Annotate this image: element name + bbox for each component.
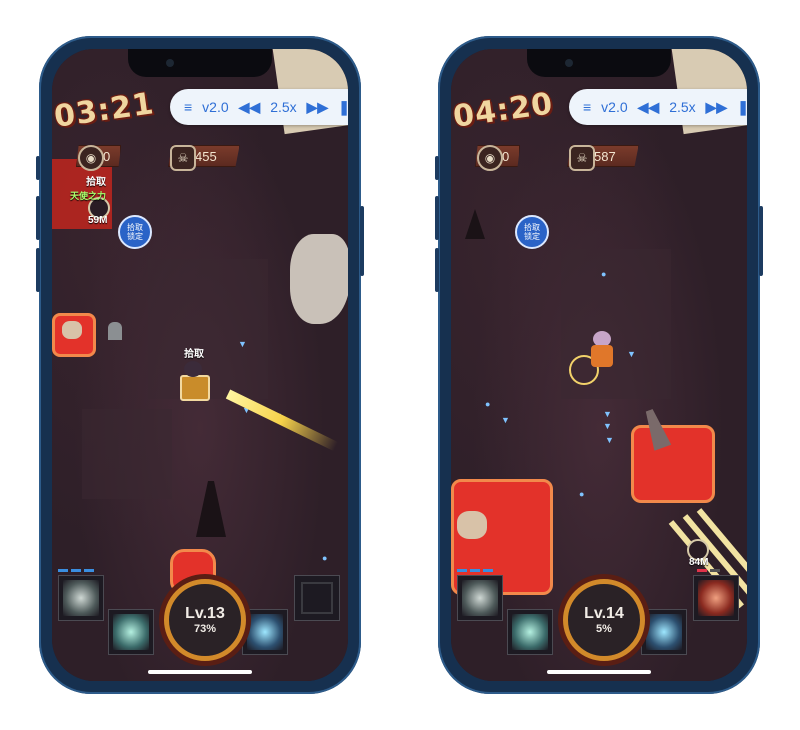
phone-frame-left: 03:21 ≡ v2.0 ◀◀ 2.5x ▶▶ ❚ 0 ◉ 455 ☠ 拾取 天…	[36, 36, 364, 694]
skill-slot-1[interactable]	[58, 575, 104, 621]
level-indicator: Lv.14 5%	[563, 579, 645, 661]
game-screen-left[interactable]: 03:21 ≡ v2.0 ◀◀ 2.5x ▶▶ ❚ 0 ◉ 455 ☠ 拾取 天…	[52, 49, 348, 681]
home-indicator[interactable]	[547, 670, 651, 674]
exp-percent: 5%	[596, 623, 612, 635]
coin-icon: ◉	[78, 145, 104, 171]
enemy-hint: 天使之力	[70, 191, 107, 201]
fast-forward-icon[interactable]: ▶▶	[307, 99, 329, 116]
skill-slot-3[interactable]	[242, 609, 288, 655]
player-hero	[587, 331, 617, 369]
skill-slot-2[interactable]	[108, 609, 154, 655]
skill-slot-1[interactable]	[457, 575, 503, 621]
speed-control-bar[interactable]: ≡ v2.0 ◀◀ 2.5x ▶▶ ❚	[170, 89, 348, 125]
distance-indicator: 59M	[88, 215, 108, 226]
rewind-icon[interactable]: ◀◀	[638, 99, 660, 116]
level-indicator: Lv.13 73%	[164, 579, 246, 661]
coin-icon: ◉	[477, 145, 503, 171]
pickup-lock-button[interactable]: 拾取 锁定	[118, 215, 152, 249]
menu-icon[interactable]: ≡	[184, 99, 192, 115]
coin-counter: 0 ◉	[76, 144, 122, 171]
pause-icon[interactable]: ❚	[737, 99, 747, 116]
version-label: v2.0	[601, 99, 628, 115]
kill-counter: 587 ☠	[567, 144, 639, 171]
bottom-hud: Lv.14 5%	[451, 561, 747, 681]
coin-counter: 0 ◉	[475, 144, 521, 171]
speed-control-bar[interactable]: ≡ v2.0 ◀◀ 2.5x ▶▶ ❚	[569, 89, 747, 125]
kill-counter: 455 ☠	[168, 144, 240, 171]
menu-icon[interactable]: ≡	[583, 99, 591, 115]
rewind-icon[interactable]: ◀◀	[239, 99, 261, 116]
fast-forward-icon[interactable]: ▶▶	[706, 99, 728, 116]
pause-icon[interactable]: ❚	[338, 99, 348, 116]
skill-slot-empty[interactable]	[294, 575, 340, 621]
game-screen-right[interactable]: 04:20 ≡ v2.0 ◀◀ 2.5x ▶▶ ❚ 0 ◉ 587 ☠ 拾取 锁定	[451, 49, 747, 681]
skill-slot-4[interactable]	[693, 575, 739, 621]
version-label: v2.0	[202, 99, 229, 115]
level-label: Lv.13	[185, 605, 225, 622]
bottom-hud: Lv.13 73%	[52, 561, 348, 681]
speed-rate: 2.5x	[270, 99, 297, 115]
pickup-label: 拾取	[86, 177, 106, 188]
player-hero	[178, 361, 210, 401]
pickup-lock-button[interactable]: 拾取 锁定	[515, 215, 549, 249]
skill-slot-3[interactable]	[641, 609, 687, 655]
phone-frame-right: 04:20 ≡ v2.0 ◀◀ 2.5x ▶▶ ❚ 0 ◉ 587 ☠ 拾取 锁定	[435, 36, 763, 694]
exp-percent: 73%	[193, 623, 217, 635]
skull-icon: ☠	[170, 145, 196, 171]
speed-rate: 2.5x	[669, 99, 696, 115]
skull-icon: ☠	[569, 145, 595, 171]
skill-slot-2[interactable]	[507, 609, 553, 655]
level-label: Lv.14	[584, 605, 624, 622]
pickup-label-hero: 拾取	[184, 349, 204, 360]
home-indicator[interactable]	[148, 670, 252, 674]
